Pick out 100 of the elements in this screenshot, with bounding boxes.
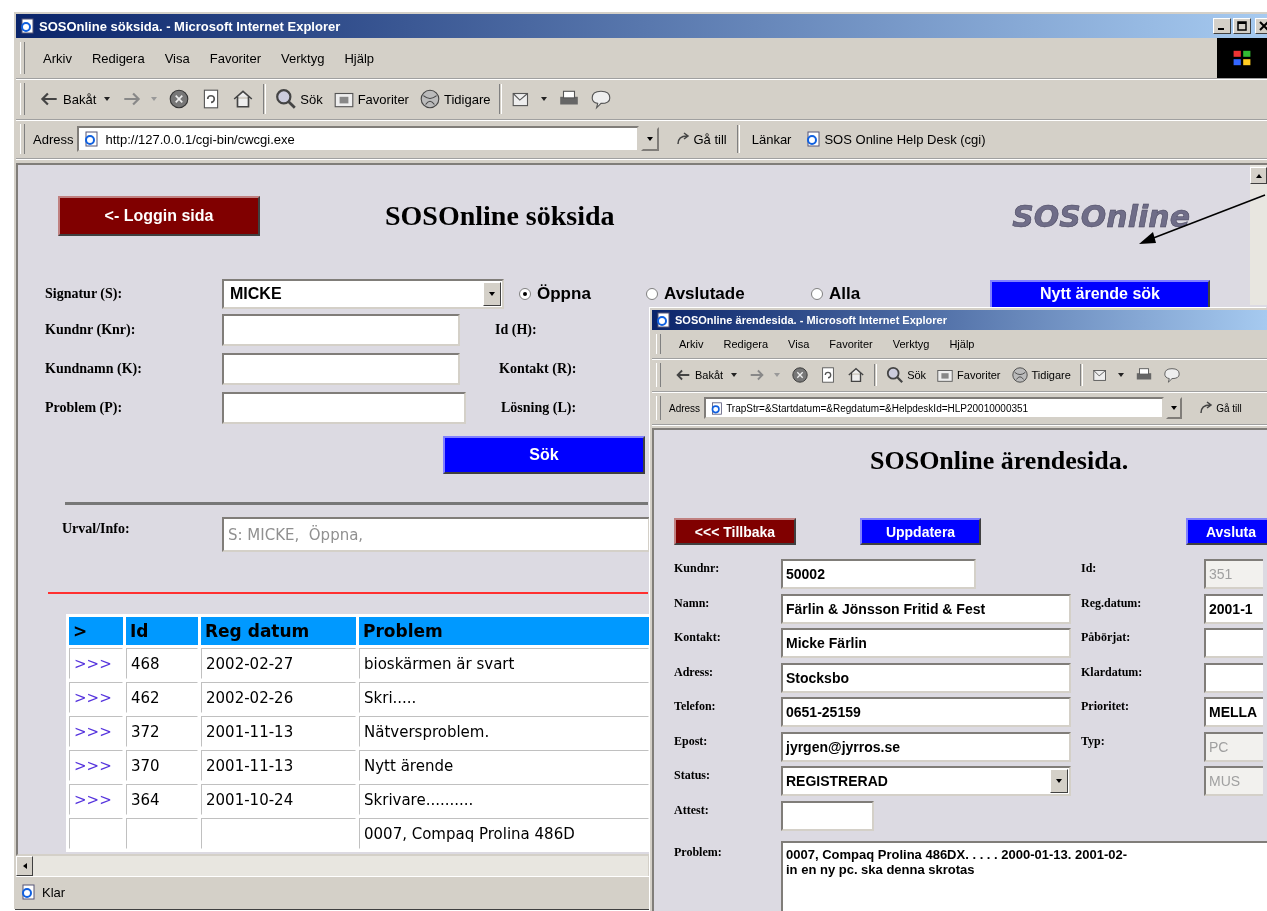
ie-page-icon bbox=[805, 131, 822, 147]
menu-item[interactable]: Redigera bbox=[81, 50, 155, 66]
text-field[interactable]: Micke Färlin bbox=[781, 628, 1071, 659]
logo: SOSOnline bbox=[1012, 198, 1190, 234]
text-field[interactable]: Stocksbo bbox=[781, 662, 1071, 693]
menu-item[interactable]: Arkiv bbox=[33, 50, 82, 66]
page-heading: SOSOnline söksida bbox=[385, 200, 615, 232]
column-header: Id bbox=[126, 617, 198, 645]
home-icon bbox=[847, 366, 866, 384]
go-button[interactable]: Gå till bbox=[669, 131, 733, 147]
text-field[interactable]: MELLA bbox=[1204, 697, 1263, 728]
scrollbar[interactable] bbox=[16, 856, 648, 876]
ie-page-icon bbox=[710, 401, 724, 415]
favorites-button[interactable]: Favoriter bbox=[327, 88, 414, 110]
status-dropdown[interactable]: REGISTRERAD bbox=[781, 766, 1071, 797]
menu-item[interactable]: Hjälp bbox=[939, 338, 985, 350]
login-page-button[interactable]: <- Loggin sida bbox=[58, 196, 260, 236]
close-icon bbox=[1259, 21, 1267, 31]
ie-page-icon bbox=[20, 884, 36, 900]
field-label: Status: bbox=[674, 767, 711, 783]
ie-page-icon bbox=[19, 18, 35, 34]
table-cell: 372 bbox=[126, 716, 198, 747]
caret-icon bbox=[103, 95, 112, 103]
text-field[interactable]: Färlin & Jönsson Fritid & Fest bbox=[781, 593, 1071, 624]
radio-option[interactable]: Avslutade bbox=[646, 284, 811, 304]
column-header: Reg datum bbox=[201, 617, 356, 645]
menu-item[interactable]: Favoriter bbox=[199, 50, 271, 66]
text-field[interactable]: jyrgen@jyrros.se bbox=[781, 731, 1071, 762]
table-cell: 2001-11-13 bbox=[201, 716, 356, 747]
page-heading: SOSOnline ärendesida. bbox=[869, 445, 1130, 477]
history-button[interactable]: Tidigare bbox=[1005, 366, 1076, 384]
field-label: Adress: bbox=[674, 663, 715, 680]
speech-bubble-icon bbox=[590, 88, 613, 110]
column-header: Problem bbox=[359, 617, 649, 645]
field-label: Signatur (S): bbox=[45, 286, 124, 302]
text-field[interactable]: 0651-25159 bbox=[781, 697, 1071, 728]
history-button[interactable]: Tidigare bbox=[413, 88, 496, 110]
menu-item[interactable]: Verktyg bbox=[271, 50, 335, 66]
stop-icon bbox=[168, 88, 191, 110]
go-button[interactable]: Gå till bbox=[1192, 400, 1248, 416]
text-field[interactable] bbox=[222, 352, 460, 385]
radio-option[interactable]: Alla bbox=[811, 284, 861, 304]
text-field[interactable] bbox=[1204, 628, 1263, 659]
text-field[interactable]: 50002 bbox=[781, 559, 976, 590]
search-button[interactable]: Sök bbox=[881, 366, 932, 384]
table-cell: 2001-11-13 bbox=[201, 750, 356, 781]
caret-icon bbox=[646, 135, 655, 143]
caret-icon bbox=[730, 371, 739, 379]
field-label: Telefon: bbox=[674, 698, 717, 714]
maximize-button[interactable] bbox=[1233, 18, 1251, 34]
back-button[interactable]: <<< Tillbaka bbox=[674, 518, 796, 545]
menu-item[interactable]: Favoriter bbox=[819, 338, 883, 350]
caret-icon bbox=[540, 95, 549, 103]
search-button[interactable]: Sök bbox=[270, 88, 328, 110]
field-label: Prioritet: bbox=[1081, 698, 1130, 714]
column-header: > bbox=[69, 617, 123, 645]
new-search-button[interactable]: Nytt ärende sök bbox=[990, 279, 1210, 309]
field-label: Kontakt (R): bbox=[499, 360, 577, 377]
caret-icon bbox=[1116, 371, 1125, 379]
signature-dropdown[interactable]: MICKE bbox=[222, 279, 504, 309]
action-button[interactable]: Uppdatera bbox=[860, 518, 981, 545]
table-cell: Nätversproblem. bbox=[359, 716, 649, 747]
link-item[interactable]: SOS Online Help Desk (cgi) bbox=[805, 131, 986, 147]
action-button[interactable]: Avsluta bbox=[1186, 518, 1267, 545]
text-field[interactable] bbox=[222, 313, 460, 346]
globe-icon bbox=[1010, 366, 1029, 384]
address-field[interactable]: http://127.0.0.1/cgi-bin/cwcgi.exe bbox=[77, 126, 640, 152]
field-label: Påbörjat: bbox=[1081, 629, 1132, 645]
menu-item[interactable]: Verktyg bbox=[882, 338, 940, 350]
text-field[interactable] bbox=[781, 800, 874, 831]
back-button[interactable]: Bakåt bbox=[33, 88, 117, 110]
back-button[interactable]: Bakåt bbox=[669, 366, 744, 384]
minimize-button[interactable] bbox=[1213, 18, 1231, 34]
scrollbar[interactable] bbox=[1250, 165, 1267, 305]
table-cell: 462 bbox=[126, 682, 198, 713]
caret-icon bbox=[773, 371, 782, 379]
globe-icon bbox=[418, 88, 441, 110]
field-label: Klardatum: bbox=[1081, 663, 1144, 680]
window-title: SOSOnline söksida. - Microsoft Internet Explorer bbox=[39, 18, 341, 34]
search-button[interactable]: Sök bbox=[443, 436, 645, 474]
menu-item[interactable]: Hjälp bbox=[334, 50, 384, 66]
table-cell: 2002-02-27 bbox=[201, 648, 356, 679]
search-icon bbox=[886, 366, 905, 384]
menu-item[interactable]: Arkiv bbox=[669, 338, 714, 350]
favorites-button[interactable]: Favoriter bbox=[931, 366, 1006, 384]
field-label: Attest: bbox=[674, 801, 710, 818]
address-field[interactable]: TrapStr=&Startdatum=&Regdatum=&HelpdeskId=HLP20010000351 bbox=[704, 397, 1165, 419]
problem-textarea[interactable]: 0007, Compaq Prolina 486DX. . . . . 2000-01-13. 2001-02- in en ny pc. ska denna skrotas bbox=[781, 841, 1267, 911]
menu-item[interactable]: Visa bbox=[778, 338, 820, 350]
text-field[interactable] bbox=[222, 391, 466, 424]
radio-option[interactable]: Öppna bbox=[519, 284, 646, 304]
menu-item[interactable]: Visa bbox=[154, 50, 200, 66]
table-cell: 0007, Compaq Prolina 486D bbox=[359, 818, 649, 849]
menu-item[interactable]: Redigera bbox=[713, 338, 779, 350]
text-field[interactable] bbox=[1204, 662, 1263, 693]
go-arrow-icon bbox=[675, 131, 692, 147]
text-field[interactable]: 2001-1 bbox=[1204, 593, 1263, 624]
speech-bubble-icon bbox=[1162, 366, 1181, 384]
field-label: Urval/Info: bbox=[62, 520, 131, 537]
table-cell: Skrivare.......... bbox=[359, 784, 649, 815]
